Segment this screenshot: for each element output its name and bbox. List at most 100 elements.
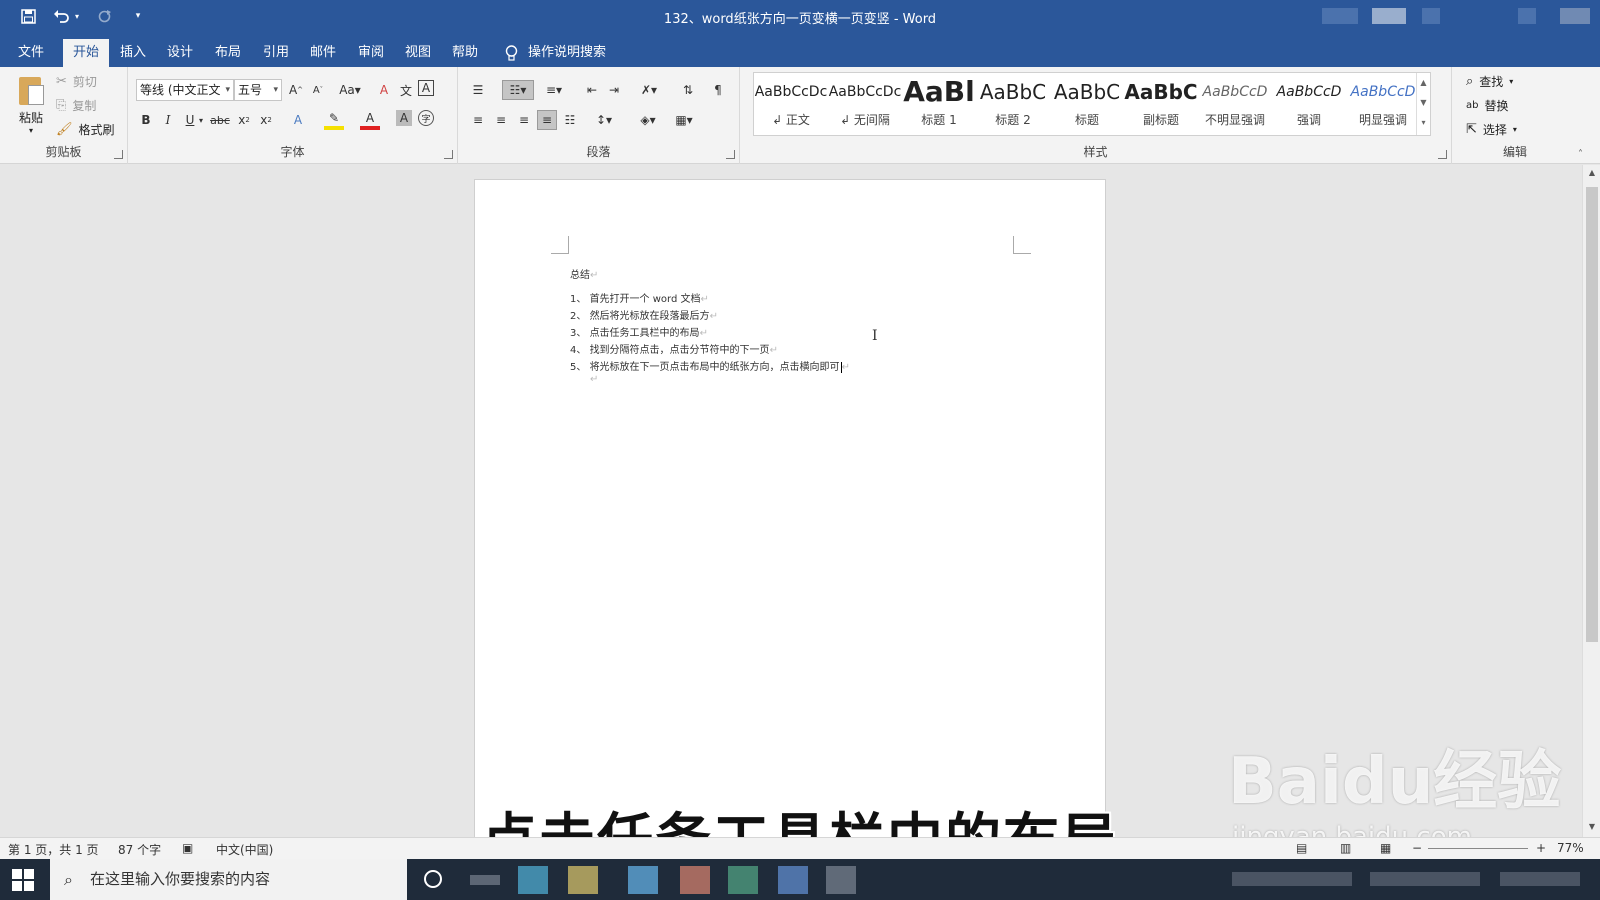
align-left-icon[interactable]: ≡ bbox=[468, 110, 488, 130]
style-intense-emphasis[interactable]: AaBbCcD 明显强调 bbox=[1346, 73, 1420, 135]
highlight-color-icon[interactable]: ✎ bbox=[324, 110, 344, 130]
gallery-up-icon[interactable]: ▲ bbox=[1417, 73, 1430, 93]
notification-icon[interactable] bbox=[1500, 872, 1580, 886]
ribbon-display-options[interactable] bbox=[1372, 8, 1406, 24]
scroll-thumb[interactable] bbox=[1586, 187, 1598, 642]
shading-icon[interactable]: ◈▾ bbox=[634, 110, 662, 130]
chinese-layout-icon[interactable]: ✗▾ bbox=[636, 80, 662, 100]
system-tray-clock[interactable] bbox=[1370, 872, 1480, 886]
paste-button[interactable]: 粘贴 ▾ bbox=[14, 73, 48, 135]
word-count[interactable]: 87 个字 bbox=[118, 841, 161, 858]
tab-mailings[interactable]: 邮件 bbox=[303, 39, 343, 67]
distributed-icon[interactable]: ☷ bbox=[560, 110, 580, 130]
style-subtle-emphasis[interactable]: AaBbCcD 不明显强调 bbox=[1198, 73, 1272, 135]
tab-home[interactable]: 开始 bbox=[63, 39, 109, 67]
tab-file[interactable]: 文件 bbox=[10, 39, 52, 67]
phonetic-guide-icon[interactable]: 文 bbox=[396, 80, 416, 100]
bold-icon[interactable]: B bbox=[136, 110, 156, 130]
character-border-icon[interactable]: A bbox=[418, 80, 434, 96]
grow-font-icon[interactable]: A ^ bbox=[286, 80, 306, 100]
style-normal[interactable]: AaBbCcDc ↲ 正文 bbox=[754, 73, 828, 135]
select-button[interactable]: ⇱ 选择 ▾ bbox=[1466, 121, 1517, 138]
account-area[interactable] bbox=[1322, 8, 1358, 24]
print-layout-icon[interactable]: ▥ bbox=[1340, 841, 1351, 855]
styles-launcher-icon[interactable] bbox=[1438, 150, 1447, 159]
zoom-in-icon[interactable]: + bbox=[1536, 841, 1546, 855]
style-heading-2[interactable]: AaBbC 标题 2 bbox=[976, 73, 1050, 135]
text-effects-icon[interactable]: A bbox=[288, 110, 308, 130]
font-size-combo[interactable]: 五号 ▾ bbox=[234, 79, 282, 101]
read-mode-icon[interactable]: ▤ bbox=[1296, 841, 1307, 855]
font-name-combo[interactable]: 等线 (中文正文 ▾ bbox=[136, 79, 234, 101]
character-shading-icon[interactable]: A bbox=[396, 110, 412, 126]
scroll-up-icon[interactable]: ▲ bbox=[1583, 165, 1600, 181]
taskbar-app-icon[interactable] bbox=[778, 866, 808, 894]
justify-icon[interactable]: ≡ bbox=[537, 110, 557, 130]
decrease-indent-icon[interactable]: ⇤ bbox=[582, 80, 602, 100]
style-no-spacing[interactable]: AaBbCcDc ↲ 无间隔 bbox=[828, 73, 902, 135]
find-button[interactable]: ⌕ 查找 ▾ bbox=[1466, 73, 1513, 90]
taskbar-app-icon[interactable] bbox=[680, 866, 710, 894]
zoom-out-icon[interactable]: − bbox=[1412, 841, 1422, 855]
underline-dropdown-icon[interactable]: ▾ bbox=[196, 110, 206, 130]
subscript-icon[interactable]: x2 bbox=[234, 110, 254, 130]
tab-review[interactable]: 审阅 bbox=[351, 39, 391, 67]
paragraph-launcher-icon[interactable] bbox=[726, 150, 735, 159]
style-emphasis[interactable]: AaBbCcD 强调 bbox=[1272, 73, 1346, 135]
tab-insert[interactable]: 插入 bbox=[113, 39, 153, 67]
collapse-ribbon-icon[interactable]: ˄ bbox=[1578, 149, 1583, 160]
taskbar-app-icon[interactable] bbox=[826, 866, 856, 894]
bullets-icon[interactable]: ☰ bbox=[468, 80, 488, 100]
tab-help[interactable]: 帮助 bbox=[445, 39, 485, 67]
zoom-slider[interactable] bbox=[1428, 848, 1528, 849]
style-title[interactable]: AaBbC 标题 bbox=[1050, 73, 1124, 135]
copy-button[interactable]: ⎘ 复制 bbox=[56, 97, 96, 114]
gallery-more-icon[interactable]: ▾ bbox=[1417, 113, 1430, 133]
style-heading-1[interactable]: AaBl 标题 1 bbox=[902, 73, 976, 135]
clipboard-launcher-icon[interactable] bbox=[114, 150, 123, 159]
font-launcher-icon[interactable] bbox=[444, 150, 453, 159]
line-spacing-icon[interactable]: ↕▾ bbox=[590, 110, 618, 130]
align-right-icon[interactable]: ≡ bbox=[514, 110, 534, 130]
change-case-icon[interactable]: Aa▾ bbox=[335, 80, 365, 100]
maximize-button[interactable] bbox=[1518, 8, 1536, 24]
font-color-icon[interactable]: A bbox=[360, 110, 380, 130]
align-center-icon[interactable]: ≡ bbox=[491, 110, 511, 130]
format-painter-button[interactable]: 🖌 格式刷 bbox=[56, 121, 115, 138]
sort-icon[interactable]: ⇅ bbox=[678, 80, 698, 100]
numbering-icon[interactable]: ☷▾ bbox=[502, 80, 534, 100]
vertical-scrollbar[interactable]: ▲ ▼ bbox=[1582, 165, 1600, 837]
proofing-icon[interactable]: ▣ bbox=[182, 841, 193, 855]
strikethrough-icon[interactable]: abc bbox=[210, 110, 230, 130]
superscript-icon[interactable]: x2 bbox=[256, 110, 276, 130]
zoom-level[interactable]: 77% bbox=[1557, 841, 1584, 855]
tab-view[interactable]: 视图 bbox=[398, 39, 438, 67]
multilevel-list-icon[interactable]: ≡▾ bbox=[540, 80, 568, 100]
cortana-icon[interactable] bbox=[424, 870, 442, 888]
replace-button[interactable]: ab 替换 bbox=[1466, 97, 1509, 114]
taskbar-app-icon[interactable] bbox=[728, 866, 758, 894]
language-indicator[interactable]: 中文(中国) bbox=[216, 841, 273, 858]
italic-icon[interactable]: I bbox=[158, 110, 178, 130]
taskbar-app-icon[interactable] bbox=[628, 866, 658, 894]
increase-indent-icon[interactable]: ⇥ bbox=[604, 80, 624, 100]
enclose-characters-icon[interactable]: 字 bbox=[418, 110, 434, 126]
show-marks-icon[interactable]: ¶ bbox=[708, 80, 728, 100]
tab-references[interactable]: 引用 bbox=[256, 39, 296, 67]
document-page[interactable]: 总结↵ 1、 首先打开一个 word 文档↵ 2、 然后将光标放在段落最后方↵ … bbox=[474, 179, 1106, 839]
cut-button[interactable]: ✂ 剪切 bbox=[56, 73, 97, 90]
borders-icon[interactable]: ▦▾ bbox=[670, 110, 698, 130]
minimize-button[interactable] bbox=[1422, 8, 1440, 24]
web-layout-icon[interactable]: ▦ bbox=[1380, 841, 1391, 855]
gallery-down-icon[interactable]: ▼ bbox=[1417, 93, 1430, 113]
tell-me-search[interactable]: 操作说明搜索 bbox=[505, 39, 606, 67]
clear-formatting-icon[interactable]: A bbox=[374, 80, 394, 100]
tab-layout[interactable]: 布局 bbox=[208, 39, 248, 67]
system-tray[interactable] bbox=[1232, 872, 1352, 886]
tab-design[interactable]: 设计 bbox=[160, 39, 200, 67]
shrink-font-icon[interactable]: Aˇ bbox=[308, 80, 328, 100]
style-subtitle[interactable]: AaBbC 副标题 bbox=[1124, 73, 1198, 135]
taskbar-app-icon[interactable] bbox=[518, 866, 548, 894]
windows-start-icon[interactable] bbox=[12, 869, 34, 891]
taskbar-app-icon[interactable] bbox=[470, 875, 500, 885]
